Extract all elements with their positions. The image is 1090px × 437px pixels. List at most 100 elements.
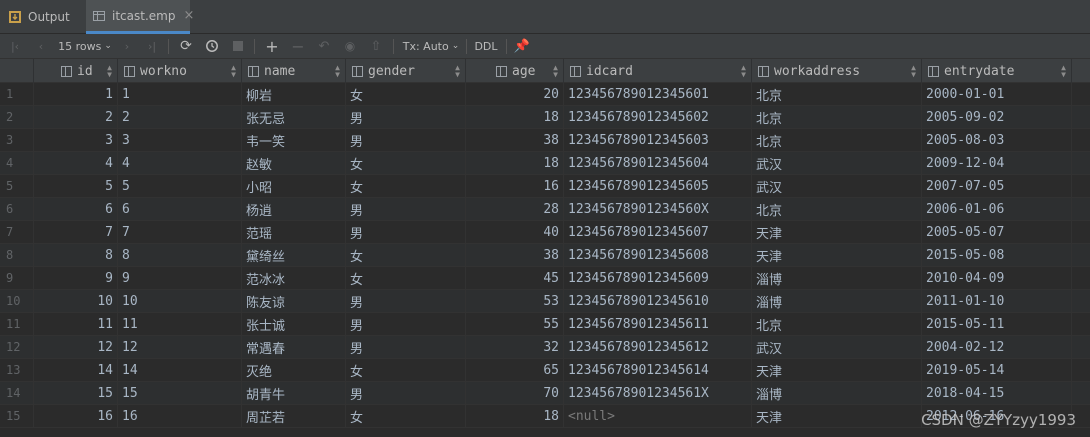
- cell-name[interactable]: 常遇春: [242, 336, 346, 358]
- cell-gender[interactable]: 女: [346, 175, 466, 197]
- cell-age[interactable]: 18: [466, 152, 564, 174]
- cell-gender[interactable]: 女: [346, 244, 466, 266]
- submit-icon[interactable]: ⇧: [366, 34, 386, 58]
- table-row[interactable]: 1 1 1 柳岩女 20 123456789012345601 北京 2000-01-01: [0, 83, 1090, 106]
- cell-workno[interactable]: 10: [118, 290, 242, 312]
- history-icon[interactable]: [202, 34, 222, 58]
- cell-id[interactable]: 11: [34, 313, 118, 335]
- cell-workno[interactable]: 1: [118, 83, 242, 105]
- cell-name[interactable]: 胡青牛: [242, 382, 346, 404]
- cell-idcard[interactable]: <null>: [564, 405, 752, 427]
- cell-id[interactable]: 3: [34, 129, 118, 151]
- column-header-gender[interactable]: gender ▲ ▼: [346, 59, 466, 83]
- table-row[interactable]: 6 6 6 杨逍男 28 12345678901234560X 北京 2006-01-06: [0, 198, 1090, 221]
- cell-gender[interactable]: 女: [346, 405, 466, 427]
- cell-age[interactable]: 55: [466, 313, 564, 335]
- cell-id[interactable]: 8: [34, 244, 118, 266]
- close-icon[interactable]: ×: [183, 8, 194, 23]
- next-page-icon[interactable]: ›: [118, 34, 136, 58]
- sort-icon[interactable]: ▲ ▼: [335, 64, 340, 79]
- cell-idcard[interactable]: 123456789012345614: [564, 359, 752, 381]
- cell-name[interactable]: 杨逍: [242, 198, 346, 220]
- cell-workno[interactable]: 14: [118, 359, 242, 381]
- transaction-mode-dropdown[interactable]: Tx: Auto ⌄: [400, 34, 462, 58]
- cell-idcard[interactable]: 123456789012345609: [564, 267, 752, 289]
- cell-workaddress[interactable]: 天津: [752, 359, 922, 381]
- cell-name[interactable]: 黛绮丝: [242, 244, 346, 266]
- cell-workno[interactable]: 16: [118, 405, 242, 427]
- cell-entrydate[interactable]: 2007-07-05: [922, 175, 1072, 197]
- cell-workno[interactable]: 7: [118, 221, 242, 243]
- cell-idcard[interactable]: 123456789012345611: [564, 313, 752, 335]
- cell-age[interactable]: 70: [466, 382, 564, 404]
- cell-entrydate[interactable]: 2005-08-03: [922, 129, 1072, 151]
- cell-id[interactable]: 15: [34, 382, 118, 404]
- sort-icon[interactable]: ▲ ▼: [911, 64, 916, 79]
- cell-idcard[interactable]: 123456789012345610: [564, 290, 752, 312]
- table-row[interactable]: 11 11 11 张士诚男 55 123456789012345611 北京 2015-05-…: [0, 313, 1090, 336]
- cell-name[interactable]: 范冰冰: [242, 267, 346, 289]
- cell-gender[interactable]: 女: [346, 152, 466, 174]
- cell-entrydate[interactable]: 2005-09-02: [922, 106, 1072, 128]
- cell-name[interactable]: 赵敏: [242, 152, 346, 174]
- cell-name[interactable]: 柳岩: [242, 83, 346, 105]
- cell-workaddress[interactable]: 天津: [752, 244, 922, 266]
- cell-entrydate[interactable]: 2011-01-10: [922, 290, 1072, 312]
- cell-name[interactable]: 张士诚: [242, 313, 346, 335]
- cell-workaddress[interactable]: 淄博: [752, 290, 922, 312]
- cell-workaddress[interactable]: 北京: [752, 198, 922, 220]
- cell-name[interactable]: 周芷若: [242, 405, 346, 427]
- rows-count-dropdown[interactable]: 15 rows ⌄: [56, 34, 114, 58]
- cell-workaddress[interactable]: 北京: [752, 313, 922, 335]
- cell-workno[interactable]: 12: [118, 336, 242, 358]
- cell-age[interactable]: 18: [466, 106, 564, 128]
- cell-workno[interactable]: 15: [118, 382, 242, 404]
- cell-entrydate[interactable]: 2015-05-11: [922, 313, 1072, 335]
- cell-name[interactable]: 韦一笑: [242, 129, 346, 151]
- table-row[interactable]: 3 3 3 韦一笑男 38 123456789012345603 北京 2005-08-03: [0, 129, 1090, 152]
- revert-icon[interactable]: ↶: [314, 34, 334, 58]
- cell-age[interactable]: 38: [466, 129, 564, 151]
- refresh-icon[interactable]: ⟳: [176, 34, 196, 58]
- cell-idcard[interactable]: 12345678901234560X: [564, 198, 752, 220]
- cell-gender[interactable]: 女: [346, 267, 466, 289]
- cell-workno[interactable]: 5: [118, 175, 242, 197]
- last-page-icon[interactable]: ›|: [143, 34, 161, 58]
- cell-entrydate[interactable]: 2018-04-15: [922, 382, 1072, 404]
- table-row[interactable]: 14 15 15 胡青牛男 70 12345678901234561X 淄博 2018-04-…: [0, 382, 1090, 405]
- cell-gender[interactable]: 男: [346, 336, 466, 358]
- cell-entrydate[interactable]: 2015-05-08: [922, 244, 1072, 266]
- cell-idcard[interactable]: 123456789012345608: [564, 244, 752, 266]
- cell-age[interactable]: 65: [466, 359, 564, 381]
- add-row-icon[interactable]: +: [262, 34, 282, 58]
- cell-workaddress[interactable]: 北京: [752, 129, 922, 151]
- cell-workno[interactable]: 4: [118, 152, 242, 174]
- cell-id[interactable]: 6: [34, 198, 118, 220]
- cell-workno[interactable]: 11: [118, 313, 242, 335]
- cell-gender[interactable]: 男: [346, 129, 466, 151]
- cell-age[interactable]: 18: [466, 405, 564, 427]
- cell-gender[interactable]: 男: [346, 221, 466, 243]
- sort-icon[interactable]: ▲ ▼: [741, 64, 746, 79]
- cell-age[interactable]: 40: [466, 221, 564, 243]
- cell-workno[interactable]: 2: [118, 106, 242, 128]
- stop-icon[interactable]: [228, 34, 248, 58]
- cell-idcard[interactable]: 123456789012345604: [564, 152, 752, 174]
- table-row[interactable]: 13 14 14 灭绝女 65 123456789012345614 天津 2019-05-1…: [0, 359, 1090, 382]
- cell-idcard[interactable]: 123456789012345607: [564, 221, 752, 243]
- cell-id[interactable]: 10: [34, 290, 118, 312]
- table-row[interactable]: 9 9 9 范冰冰女 45 123456789012345609 淄博 2010-04-09: [0, 267, 1090, 290]
- previous-page-icon[interactable]: ‹: [32, 34, 50, 58]
- cell-idcard[interactable]: 123456789012345605: [564, 175, 752, 197]
- cell-id[interactable]: 9: [34, 267, 118, 289]
- cell-age[interactable]: 20: [466, 83, 564, 105]
- cell-name[interactable]: 张无忌: [242, 106, 346, 128]
- sort-icon[interactable]: ▲ ▼: [107, 64, 112, 79]
- column-header-name[interactable]: name ▲ ▼: [242, 59, 346, 83]
- cell-name[interactable]: 小昭: [242, 175, 346, 197]
- cell-gender[interactable]: 男: [346, 382, 466, 404]
- column-header-entrydate[interactable]: entrydate ▲ ▼: [922, 59, 1072, 83]
- cell-workno[interactable]: 3: [118, 129, 242, 151]
- sort-icon[interactable]: ▲ ▼: [1061, 64, 1066, 79]
- cell-idcard[interactable]: 12345678901234561X: [564, 382, 752, 404]
